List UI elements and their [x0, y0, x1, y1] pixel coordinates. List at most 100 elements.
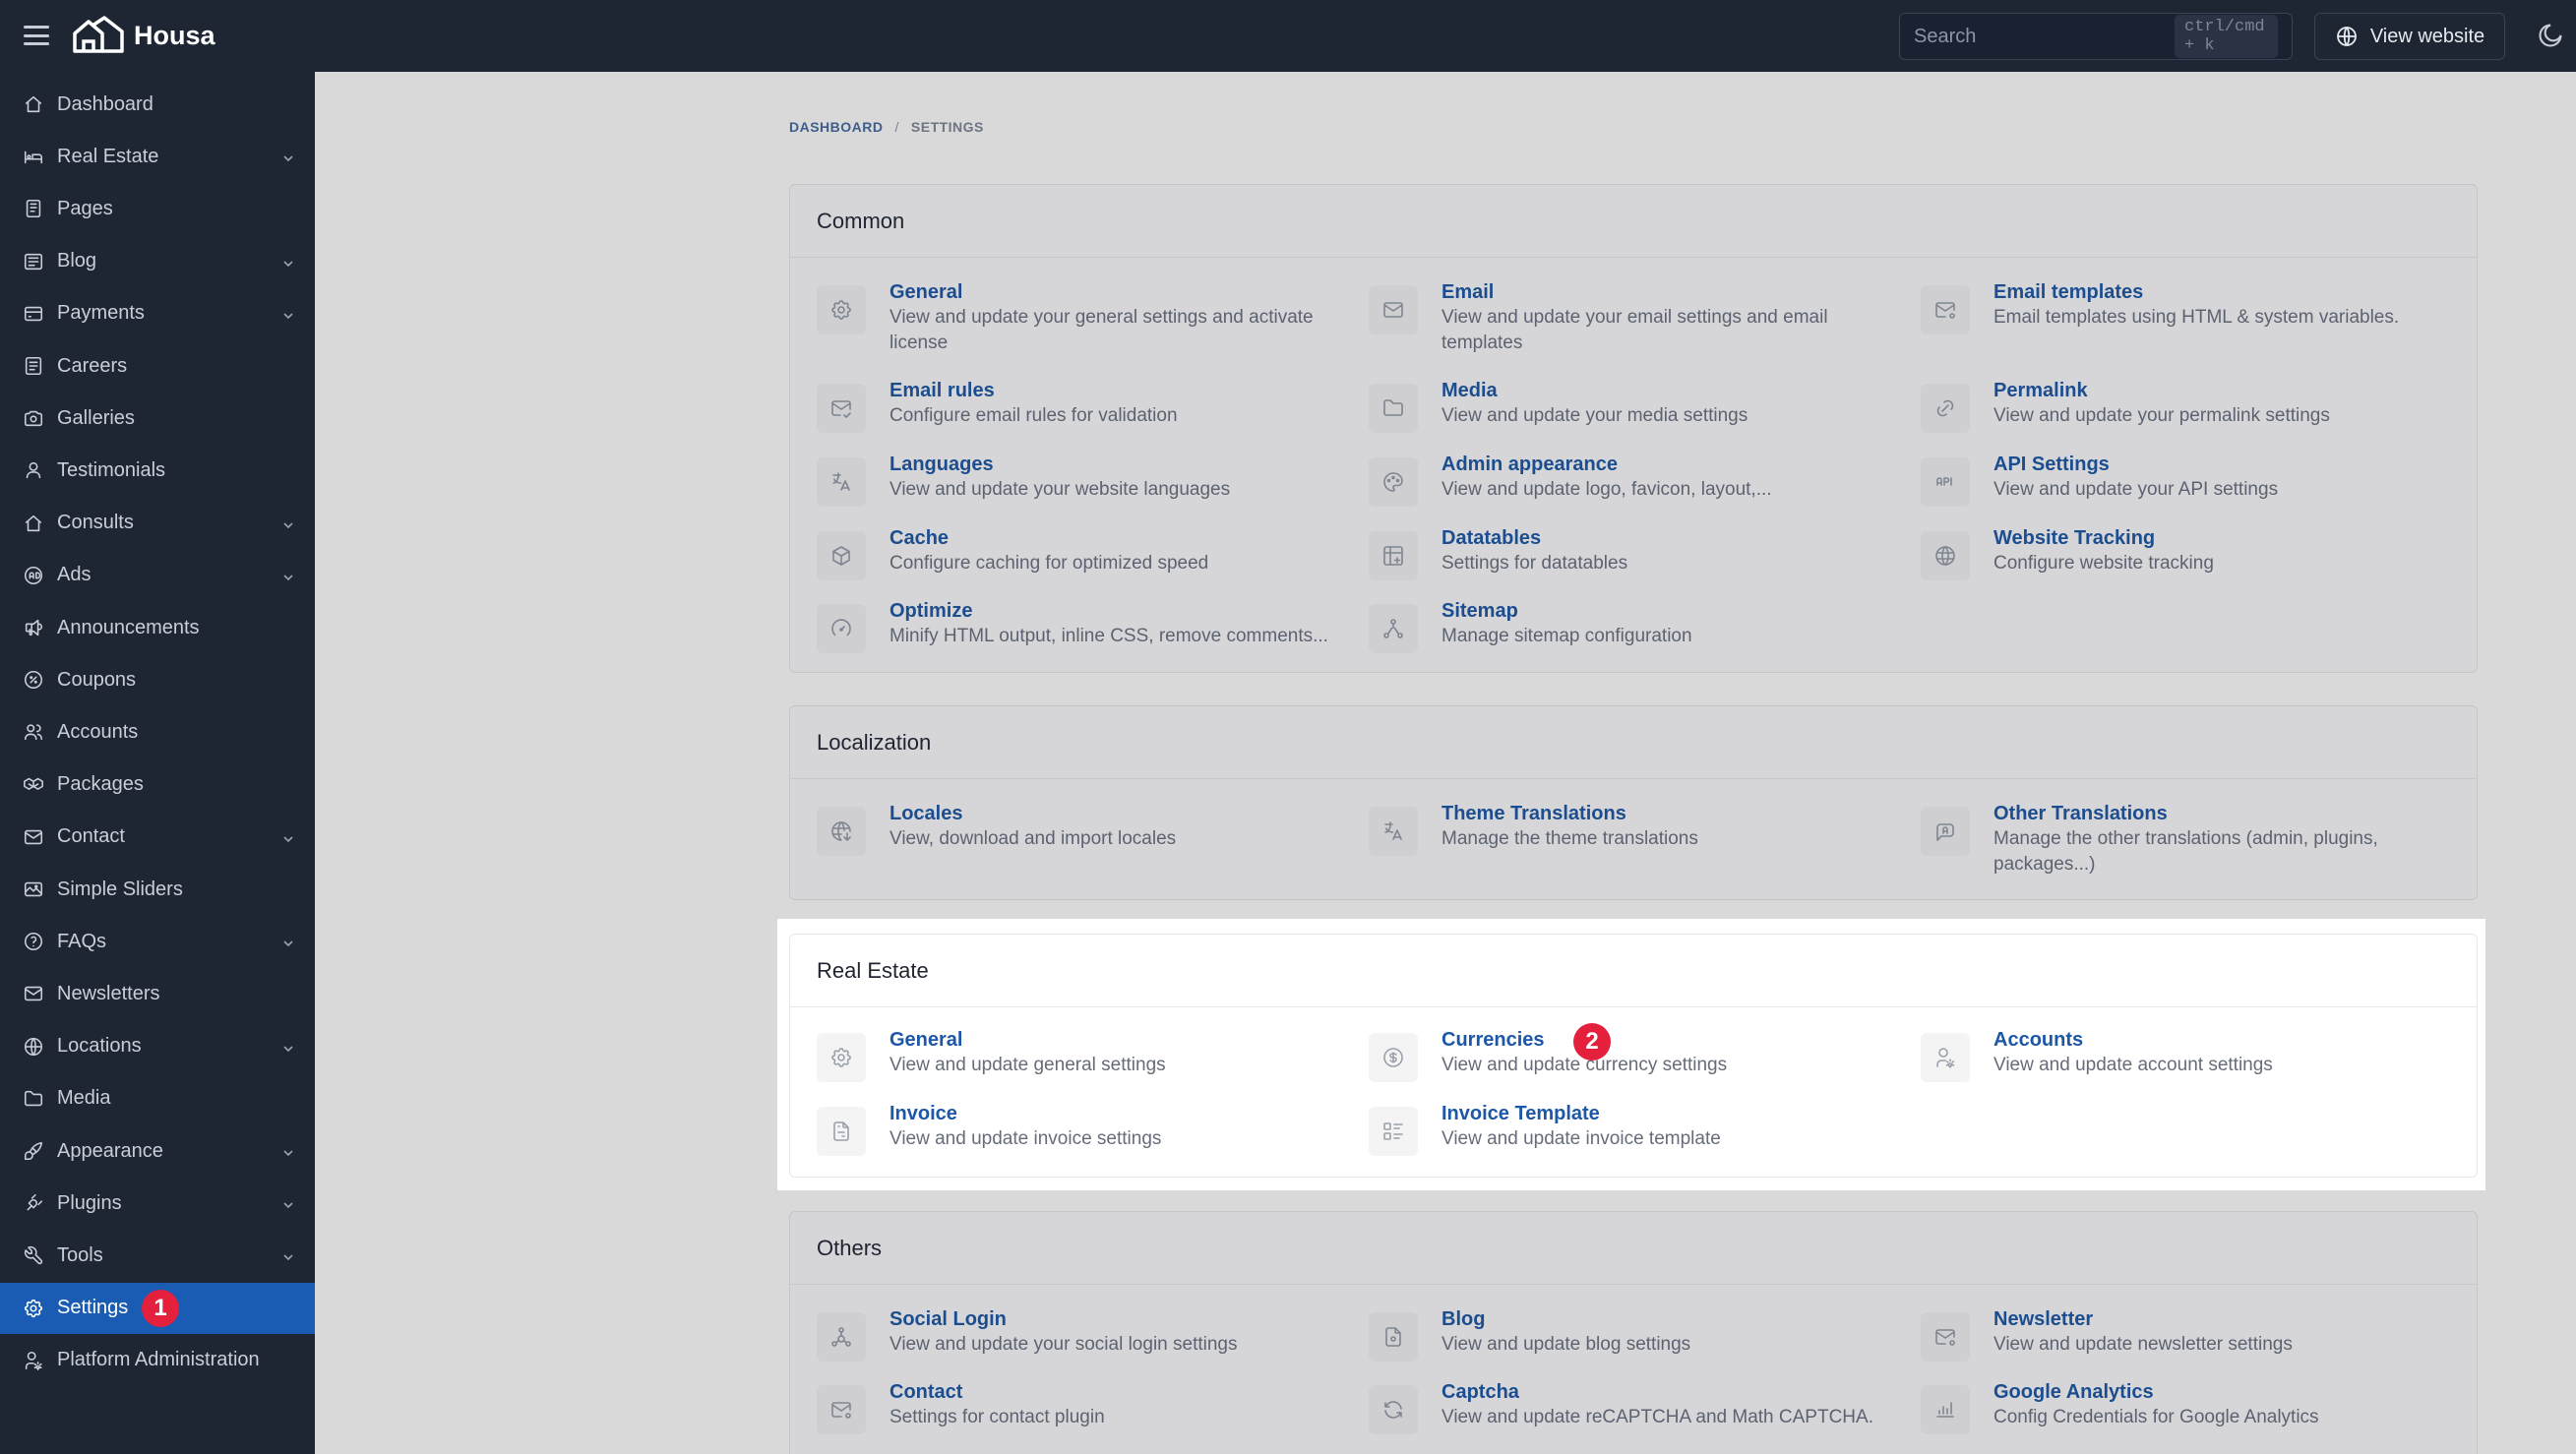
- setting-general[interactable]: General View and update your general sett…: [817, 279, 1348, 356]
- sidebar-item-media[interactable]: Media: [0, 1073, 315, 1124]
- search-input[interactable]: [1914, 25, 2175, 48]
- setting-title[interactable]: Google Analytics: [1993, 1379, 2319, 1405]
- sidebar-item-label: Platform Administration: [57, 1349, 260, 1371]
- search-box[interactable]: ctrl/cmd + k: [1899, 13, 2293, 60]
- sidebar-item-pages[interactable]: Pages: [0, 183, 315, 234]
- setting-contact[interactable]: Contact Settings for contact plugin: [817, 1379, 1348, 1434]
- sidebar-item-dashboard[interactable]: Dashboard: [0, 79, 315, 130]
- sidebar-item-careers[interactable]: Careers: [0, 340, 315, 392]
- sidebar-item-plugins[interactable]: Plugins: [0, 1178, 315, 1229]
- sidebar-item-packages[interactable]: Packages: [0, 759, 315, 811]
- setting-title[interactable]: General: [889, 1027, 1166, 1053]
- dark-mode-toggle-icon[interactable]: [2537, 22, 2564, 49]
- setting-title[interactable]: General: [889, 279, 1348, 305]
- setting-title[interactable]: API Settings: [1993, 452, 2278, 477]
- setting-cache[interactable]: Cache Configure caching for optimized spe…: [817, 525, 1348, 580]
- api-icon: [1936, 477, 1952, 486]
- setting-title[interactable]: Invoice Template: [1441, 1101, 1721, 1126]
- sidebar-item-newsletters[interactable]: Newsletters: [0, 968, 315, 1019]
- mail-cog-icon: [1935, 302, 1955, 319]
- setting-title[interactable]: Admin appearance: [1441, 452, 1772, 477]
- view-website-button[interactable]: View website: [2314, 13, 2505, 60]
- setting-locales[interactable]: Locales View, download and import locales: [817, 801, 1348, 856]
- setting-media[interactable]: Media View and update your media settings: [1369, 378, 1900, 433]
- sidebar-item-label: Payments: [57, 302, 145, 325]
- setting-title[interactable]: Permalink: [1993, 378, 2330, 403]
- breadcrumb-dashboard[interactable]: DASHBOARD: [789, 119, 884, 135]
- setting-title[interactable]: Cache: [889, 525, 1208, 551]
- sidebar-item-faqs[interactable]: FAQs: [0, 916, 315, 967]
- setting-other-translations[interactable]: Other Translations Manage the other trans…: [1921, 801, 2452, 878]
- setting-title[interactable]: Captcha: [1441, 1379, 1873, 1405]
- sidebar-item-label: Locations: [57, 1035, 142, 1058]
- setting-title[interactable]: Accounts: [1993, 1027, 2273, 1053]
- setting-newsletter[interactable]: Newsletter View and update newsletter set…: [1921, 1306, 2452, 1362]
- setting-title[interactable]: Optimize: [889, 598, 1328, 624]
- setting-optimize[interactable]: Optimize Minify HTML output, inline CSS, …: [817, 598, 1348, 653]
- file-invoice-icon: [817, 1107, 866, 1156]
- setting-general[interactable]: General View and update general settings: [817, 1027, 1348, 1082]
- sidebar-item-appearance[interactable]: Appearance: [0, 1125, 315, 1177]
- setting-social-login[interactable]: Social Login View and update your social …: [817, 1306, 1348, 1362]
- setting-website-tracking[interactable]: Website Tracking Configure website tracki…: [1921, 525, 2452, 580]
- setting-currencies[interactable]: Currencies View and update currency setti…: [1369, 1023, 1900, 1082]
- setting-sitemap[interactable]: Sitemap Manage sitemap configuration: [1369, 598, 1900, 653]
- setting-title[interactable]: Theme Translations: [1441, 801, 1698, 826]
- settings-icon: [817, 285, 866, 334]
- setting-captcha[interactable]: Captcha View and update reCAPTCHA and Mat…: [1369, 1379, 1900, 1434]
- sidebar-item-contact[interactable]: Contact: [0, 812, 315, 863]
- setting-title[interactable]: Contact: [889, 1379, 1105, 1405]
- setting-title[interactable]: Email: [1441, 279, 1900, 305]
- help-icon: [24, 933, 43, 951]
- brand-logo[interactable]: Housa: [71, 16, 215, 55]
- setting-title[interactable]: Locales: [889, 801, 1176, 826]
- sidebar-item-announcements[interactable]: Announcements: [0, 602, 315, 653]
- sidebar-item-accounts[interactable]: Accounts: [0, 706, 315, 757]
- sidebar-item-platform-administration[interactable]: Platform Administration: [0, 1335, 315, 1386]
- sidebar-item-testimonials[interactable]: Testimonials: [0, 445, 315, 496]
- setting-title[interactable]: Newsletter: [1993, 1306, 2293, 1332]
- section-title: Real Estate: [790, 935, 2477, 1007]
- setting-title[interactable]: Sitemap: [1441, 598, 1692, 624]
- setting-languages[interactable]: Languages View and update your website la…: [817, 452, 1348, 507]
- sidebar-item-settings[interactable]: Settings 1: [0, 1282, 315, 1334]
- sidebar-item-locations[interactable]: Locations: [0, 1021, 315, 1072]
- sidebar-item-label: Real Estate: [57, 145, 159, 167]
- setting-email-templates[interactable]: Email templates Email templates using HTM…: [1921, 279, 2452, 334]
- setting-email-rules[interactable]: Email rules Configure email rules for val…: [817, 378, 1348, 433]
- sidebar-item-tools[interactable]: Tools: [0, 1230, 315, 1281]
- setting-title[interactable]: Email rules: [889, 378, 1178, 403]
- section-title: Localization: [790, 706, 2477, 779]
- setting-datatables[interactable]: Datatables Settings for datatables: [1369, 525, 1900, 580]
- setting-email[interactable]: Email View and update your email settings…: [1369, 279, 1900, 356]
- sidebar-item-simple-sliders[interactable]: Simple Sliders: [0, 864, 315, 915]
- sidebar-item-ads[interactable]: Ads: [0, 550, 315, 601]
- setting-google-analytics[interactable]: Google Analytics Config Credentials for G…: [1921, 1379, 2452, 1434]
- sidebar-item-label: Pages: [57, 197, 113, 219]
- sidebar-item-label: Blog: [57, 250, 97, 273]
- setting-theme-translations[interactable]: Theme Translations Manage the theme trans…: [1369, 801, 1900, 856]
- setting-title[interactable]: Blog: [1441, 1306, 1690, 1332]
- setting-accounts[interactable]: Accounts View and update account settings: [1921, 1027, 2452, 1082]
- setting-permalink[interactable]: Permalink View and update your permalink …: [1921, 378, 2452, 433]
- sidebar-item-blog[interactable]: Blog: [0, 236, 315, 287]
- menu-toggle-icon[interactable]: [24, 24, 49, 47]
- setting-title[interactable]: Email templates: [1993, 279, 2399, 305]
- setting-title[interactable]: Website Tracking: [1993, 525, 2214, 551]
- sidebar-item-real-estate[interactable]: Real Estate: [0, 131, 315, 182]
- setting-title[interactable]: Other Translations: [1993, 801, 2452, 826]
- sidebar-item-coupons[interactable]: Coupons: [0, 654, 315, 705]
- setting-title[interactable]: Invoice: [889, 1101, 1161, 1126]
- setting-invoice-template[interactable]: Invoice Template View and update invoice …: [1369, 1101, 1900, 1156]
- setting-admin-appearance[interactable]: Admin appearance View and update logo, fa…: [1369, 452, 1900, 507]
- setting-invoice[interactable]: Invoice View and update invoice settings: [817, 1101, 1348, 1156]
- setting-title[interactable]: Social Login: [889, 1306, 1238, 1332]
- sidebar-item-consults[interactable]: Consults: [0, 498, 315, 549]
- sidebar-item-galleries[interactable]: Galleries: [0, 393, 315, 444]
- setting-title[interactable]: Languages: [889, 452, 1230, 477]
- setting-title[interactable]: Media: [1441, 378, 1748, 403]
- sidebar-item-payments[interactable]: Payments: [0, 288, 315, 339]
- setting-blog[interactable]: Blog View and update blog settings: [1369, 1306, 1900, 1362]
- setting-api-settings[interactable]: API Settings View and update your API set…: [1921, 452, 2452, 507]
- setting-title[interactable]: Datatables: [1441, 525, 1627, 551]
